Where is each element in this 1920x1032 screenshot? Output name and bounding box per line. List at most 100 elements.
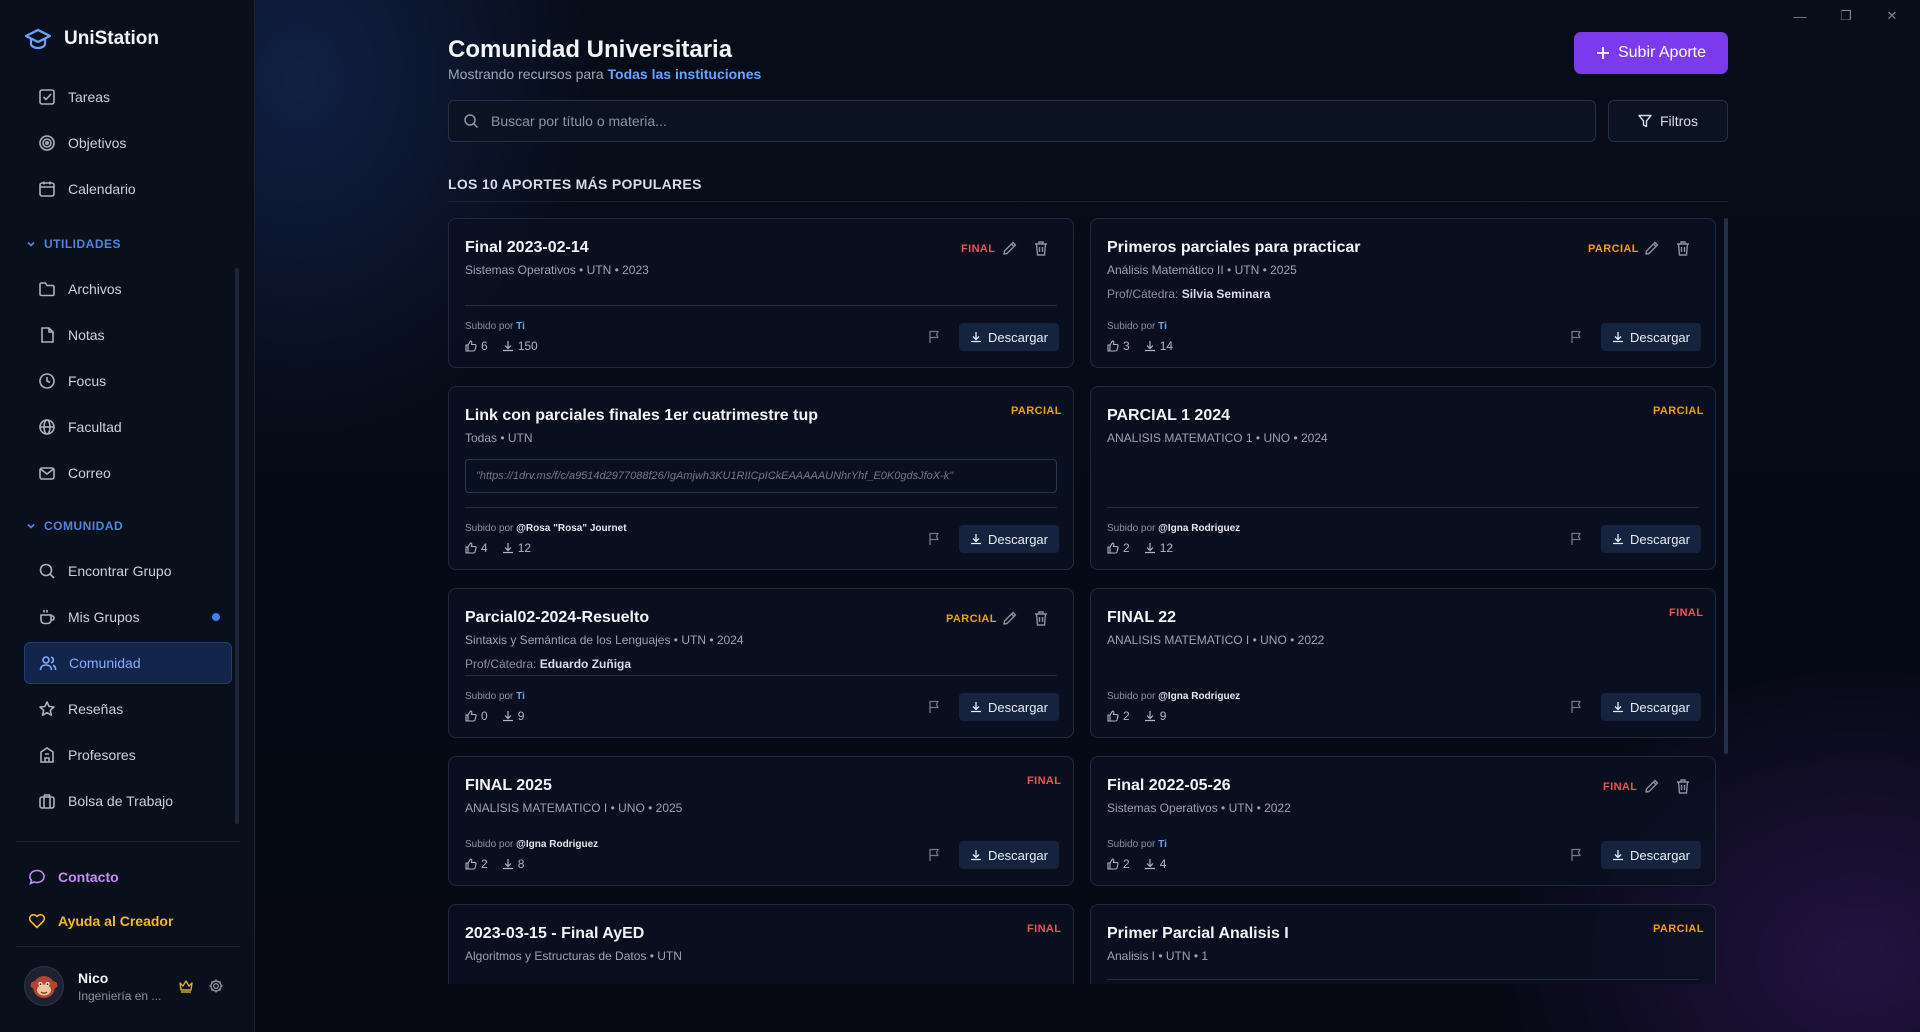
descargar-button[interactable]: Descargar [959,693,1059,721]
checkbox-icon [39,89,55,105]
resource-card[interactable]: FINAL 22 ANALISIS MATEMATICO I • UNO • 2… [1090,588,1716,738]
building-icon [40,747,54,763]
sidebar-item-profesores[interactable]: Profesores [24,734,232,776]
flag-icon[interactable] [1569,531,1584,546]
descargar-button[interactable]: Descargar [1601,323,1701,351]
resource-card[interactable]: Final 2023-02-14 Sistemas Operativos • U… [448,218,1074,368]
likes-stat[interactable]: 2 [1107,857,1130,871]
likes-count: 2 [1123,709,1130,723]
likes-stat[interactable]: 2 [1107,541,1130,555]
flag-icon[interactable] [927,699,942,714]
crown-icon[interactable] [178,978,194,994]
uploader-name[interactable]: Ti [1158,321,1167,332]
downloads-count: 12 [1159,541,1174,555]
resource-card[interactable]: Primeros parciales para practicar Anális… [1090,218,1716,368]
type-badge: FINAL [1027,923,1062,935]
uploader-name[interactable]: Ti [516,691,525,702]
descargar-button[interactable]: Descargar [959,525,1059,553]
flag-icon[interactable] [927,329,942,344]
descargar-button[interactable]: Descargar [1601,693,1701,721]
close-button[interactable]: ✕ [1876,6,1908,26]
likes-stat[interactable]: 2 [465,857,488,871]
contacto-link[interactable]: Contacto [28,868,119,886]
sidebar-item-mis-grupos[interactable]: Mis Grupos [24,596,232,638]
sidebar-item-encontrar-grupo[interactable]: Encontrar Grupo [24,550,232,592]
downloads-stat: 4 [1144,857,1166,871]
resource-card[interactable]: Link con parciales finales 1er cuatrimes… [448,386,1074,570]
user-name: Nico [78,969,109,986]
likes-stat[interactable]: 6 [465,339,488,353]
user-profile[interactable]: Nico Ingeniería en ... [24,966,161,1006]
type-badge: FINAL [961,243,996,255]
sidebar-scrollbar[interactable] [235,268,239,824]
sidebar-item-facultad[interactable]: Facultad [24,406,232,448]
flag-icon[interactable] [927,531,942,546]
sidebar-item-correo[interactable]: Correo [24,452,232,494]
download-icon [502,859,513,870]
sidebar-item-resenas[interactable]: Reseñas [24,688,232,730]
descargar-button[interactable]: Descargar [959,323,1059,351]
institution-filter-link[interactable]: Todas las instituciones [608,66,762,82]
folder-icon [39,282,55,297]
likes-stat[interactable]: 2 [1107,709,1130,723]
maximize-button[interactable]: ❐ [1830,6,1862,26]
trash-icon[interactable] [1032,239,1050,257]
minimize-button[interactable]: — [1784,6,1816,26]
resource-card[interactable]: PARCIAL 1 2024 ANALISIS MATEMATICO 1 • U… [1090,386,1716,570]
sidebar-item-objetivos[interactable]: Objetivos [24,122,232,164]
uploader-name[interactable]: Ti [516,321,525,332]
uploader-name[interactable]: @Rosa "Rosa" Journet [516,523,626,534]
pencil-icon[interactable] [1643,239,1661,257]
ayuda-creador-link[interactable]: Ayuda al Creador [28,912,173,930]
resource-card[interactable]: FINAL 2025 ANALISIS MATEMATICO I • UNO •… [448,756,1074,886]
subir-aporte-button[interactable]: Subir Aporte [1574,32,1728,74]
flag-icon[interactable] [1569,699,1584,714]
sidebar-item-tareas[interactable]: Tareas [24,76,232,118]
descargar-button[interactable]: Descargar [959,841,1059,869]
content-scrollbar[interactable] [1724,218,1728,754]
resource-card[interactable]: Parcial02-2024-Resuelto Sintaxis y Semán… [448,588,1074,738]
flag-icon[interactable] [1569,329,1584,344]
sidebar-item-comunidad[interactable]: Comunidad [24,642,232,684]
likes-stat[interactable]: 3 [1107,339,1130,353]
link-field[interactable]: "https://1drv.ms/f/c/a9514d2977088f26/Ig… [465,459,1057,493]
descargar-button[interactable]: Descargar [1601,841,1701,869]
filtros-button[interactable]: Filtros [1608,100,1728,142]
sidebar-item-bolsa-de-trabajo[interactable]: Bolsa de Trabajo [24,780,232,822]
trash-icon[interactable] [1674,777,1692,795]
card-title: PARCIAL 1 2024 [1107,407,1231,424]
flag-icon[interactable] [927,847,942,862]
trash-icon[interactable] [1674,239,1692,257]
uploader-name[interactable]: @Igna Rodriguez [1158,523,1240,534]
resource-card[interactable]: Primer Parcial Analisis I Analisis I • U… [1090,904,1716,984]
sidebar-item-notas[interactable]: Notas [24,314,232,356]
pencil-icon[interactable] [1001,609,1019,627]
sidebar-item-focus[interactable]: Focus [24,360,232,402]
card-meta: Sistemas Operativos • UTN • 2023 [465,263,649,277]
uploader-name[interactable]: @Igna Rodriguez [516,839,598,850]
section-header-utilidades[interactable]: UTILIDADES [24,230,232,258]
gear-icon[interactable] [208,978,224,994]
type-badge: PARCIAL [946,613,997,625]
resource-card[interactable]: Final 2022-05-26 Sistemas Operativos • U… [1090,756,1716,886]
card-stats: 2 8 [465,857,524,871]
trash-icon[interactable] [1032,609,1050,627]
likes-stat[interactable]: 0 [465,709,488,723]
nav-top: Tareas Objetivos Calendario [24,76,232,214]
sidebar-item-archivos[interactable]: Archivos [24,268,232,310]
pencil-icon[interactable] [1001,239,1019,257]
uploader-name[interactable]: Ti [1158,839,1167,850]
sidebar-item-label: Calendario [68,181,136,197]
likes-stat[interactable]: 4 [465,541,488,555]
uploader-name[interactable]: @Igna Rodriguez [1158,691,1240,702]
brand[interactable]: UniStation [0,0,254,58]
section-header-comunidad[interactable]: COMUNIDAD [24,512,232,540]
sidebar-item-calendario[interactable]: Calendario [24,168,232,210]
search-input[interactable] [491,113,1551,129]
chat-bubble-icon [29,869,45,885]
descargar-button[interactable]: Descargar [1601,525,1701,553]
divider [16,946,240,947]
resource-card[interactable]: 2023-03-15 - Final AyED Algoritmos y Est… [448,904,1074,984]
flag-icon[interactable] [1569,847,1584,862]
pencil-icon[interactable] [1643,777,1661,795]
